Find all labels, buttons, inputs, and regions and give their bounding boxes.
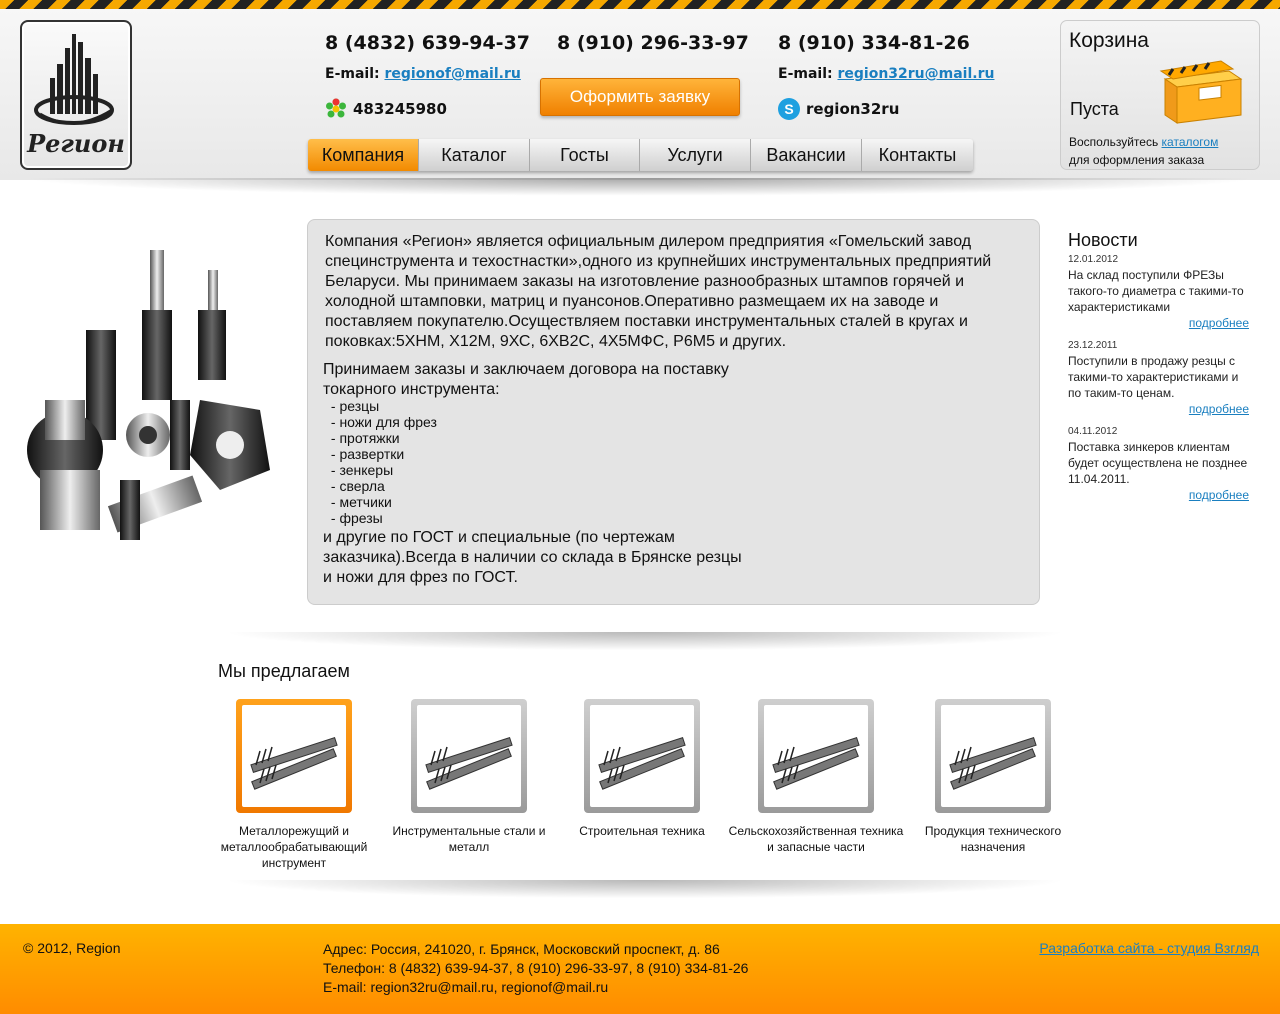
news-title: Новости — [1068, 230, 1138, 250]
cart-note-text: Воспользуйтесь — [1069, 135, 1162, 149]
offer-thumb[interactable] — [935, 699, 1051, 813]
email-link-1[interactable]: regionof@mail.ru — [384, 66, 520, 82]
email-label: E-mail: — [325, 66, 380, 82]
tap-tool-icon — [425, 736, 513, 790]
news-more-link[interactable]: подробнее — [1068, 487, 1253, 503]
cart-note: Воспользуйтесь каталогом для оформления … — [1069, 133, 1218, 169]
tools-photo — [27, 250, 270, 540]
news-more-link[interactable]: подробнее — [1068, 401, 1253, 417]
email-label: E-mail: — [778, 66, 833, 82]
logo-text: Регион — [27, 129, 125, 158]
icq-flower-icon — [326, 98, 346, 118]
phone-2: 8 (910) 296-33-97 — [557, 32, 749, 54]
news-item: 04.11.2012 Поставка зинкеров клиентам бу… — [1068, 425, 1253, 503]
tap-tool-icon — [772, 736, 860, 790]
icq-number: 483245980 — [353, 100, 447, 118]
header-shadow — [20, 178, 1260, 196]
intro-paragraph-2: Принимаем заказы и заключаем договора на… — [323, 361, 729, 398]
list-item: фрезы — [327, 510, 437, 526]
divider — [190, 880, 1100, 900]
intro-paragraph-1: Компания «Регион» является официальным д… — [325, 233, 992, 350]
offer-label: Металлорежущий и металлообрабатывающий и… — [220, 824, 368, 870]
email-line-1: E-mail: regionof@mail.ru — [325, 66, 521, 82]
developer-link[interactable]: Разработка сайта - студия Взгляд — [1039, 940, 1259, 956]
footer-phones: Телефон: 8 (4832) 639-94-37, 8 (910) 296… — [323, 960, 749, 976]
news-date: 04.11.2012 — [1068, 426, 1118, 437]
intro-panel: Компания «Регион» является официальным д… — [307, 219, 1040, 605]
offer-card[interactable]: Строительная техника — [552, 699, 732, 839]
phone-1: 8 (4832) 639-94-37 — [325, 32, 531, 54]
skype-icon: S — [778, 98, 800, 120]
offer-card[interactable]: Сельскохозяйственная техника и запасные … — [726, 699, 906, 855]
nav-item-catalog[interactable]: Каталог — [419, 139, 530, 171]
list-item: сверла — [327, 478, 437, 494]
email-line-2: E-mail: region32ru@mail.ru — [778, 66, 994, 82]
news-item: 23.12.2011 Поступили в продажу резцы с т… — [1068, 339, 1253, 417]
list-item: протяжки — [327, 430, 437, 446]
news-date: 12.01.2012 — [1068, 254, 1119, 265]
offer-card[interactable]: Продукция технического назначения — [903, 699, 1083, 855]
footer-address: Адрес: Россия, 241020, г. Брянск, Москов… — [323, 941, 720, 957]
footer: © 2012, Region Адрес: Россия, 241020, г.… — [0, 924, 1280, 1014]
nav-item-gosts[interactable]: Госты — [530, 139, 640, 171]
offer-card[interactable]: Металлорежущий и металлообрабатывающий и… — [204, 699, 384, 871]
skype-contact: S region32ru — [778, 98, 899, 120]
phone-3: 8 (910) 334-81-26 — [778, 32, 970, 54]
main-nav: Компания Каталог Госты Услуги Вакансии К… — [308, 139, 973, 171]
cart-title: Корзина — [1069, 29, 1149, 52]
offer-label: Сельскохозяйственная техника и запасные … — [728, 824, 904, 854]
cart-catalog-link[interactable]: каталогом — [1162, 135, 1219, 149]
news-text: На склад поступили ФРЕЗы такого-то диаме… — [1068, 268, 1244, 314]
offer-label: Строительная техника — [579, 824, 705, 838]
tool-list: резцы ножи для фрез протяжки развертки з… — [327, 398, 437, 526]
copyright: © 2012, Region — [23, 940, 121, 956]
divider — [190, 632, 1100, 652]
offer-thumb[interactable] — [411, 699, 527, 813]
order-button[interactable]: Оформить заявку — [540, 78, 740, 116]
nav-item-company[interactable]: Компания — [308, 139, 419, 171]
cart-widget[interactable]: Корзина Пуста Воспользуйтесь каталогом д… — [1060, 20, 1260, 170]
list-item: метчики — [327, 494, 437, 510]
footer-contacts: Адрес: Россия, 241020, г. Брянск, Москов… — [323, 940, 748, 997]
skyscraper-logo-icon — [34, 34, 114, 125]
news-text: Поставка зинкеров клиентам будет осущест… — [1068, 440, 1248, 486]
news-date: 23.12.2011 — [1068, 340, 1118, 351]
nav-item-contacts[interactable]: Контакты — [862, 139, 973, 171]
offer-thumb[interactable] — [758, 699, 874, 813]
list-item: резцы — [327, 398, 437, 414]
cart-box-icon — [1159, 60, 1243, 124]
news-item: 12.01.2012 На склад поступили ФРЕЗы тако… — [1068, 253, 1253, 331]
tap-tool-icon — [250, 736, 338, 790]
icq-contact: 483245980 — [325, 98, 447, 120]
offer-label: Инструментальные стали и металл — [392, 824, 546, 854]
list-item: ножи для фрез — [327, 414, 436, 430]
tap-tool-icon — [949, 736, 1037, 790]
hazard-stripe — [0, 0, 1280, 9]
news-text: Поступили в продажу резцы с такими-то ха… — [1068, 354, 1239, 400]
footer-emails: E-mail: region32ru@mail.ru, regionof@mai… — [323, 979, 609, 995]
offer-thumb[interactable] — [236, 699, 352, 813]
cart-status: Пуста — [1070, 99, 1119, 119]
intro-paragraph-3: и другие по ГОСТ и специальные (по черте… — [323, 529, 742, 586]
logo[interactable]: Регион — [20, 20, 132, 170]
offer-card[interactable]: Инструментальные стали и металл — [379, 699, 559, 855]
skype-name: region32ru — [806, 100, 900, 118]
nav-item-services[interactable]: Услуги — [640, 139, 751, 171]
list-item: развертки — [327, 446, 437, 462]
offers-title: Мы предлагаем — [218, 661, 350, 681]
news-more-link[interactable]: подробнее — [1068, 315, 1253, 331]
nav-item-vacancies[interactable]: Вакансии — [751, 139, 862, 171]
tap-tool-icon — [598, 736, 686, 790]
cart-note-text-2: для оформления заказа — [1069, 153, 1205, 167]
email-link-2[interactable]: region32ru@mail.ru — [837, 66, 994, 82]
list-item: зенкеры — [327, 462, 437, 478]
offer-thumb[interactable] — [584, 699, 700, 813]
news-section: Новости 12.01.2012 На склад поступили ФР… — [1068, 230, 1253, 511]
offer-label: Продукция технического назначения — [924, 824, 1062, 854]
